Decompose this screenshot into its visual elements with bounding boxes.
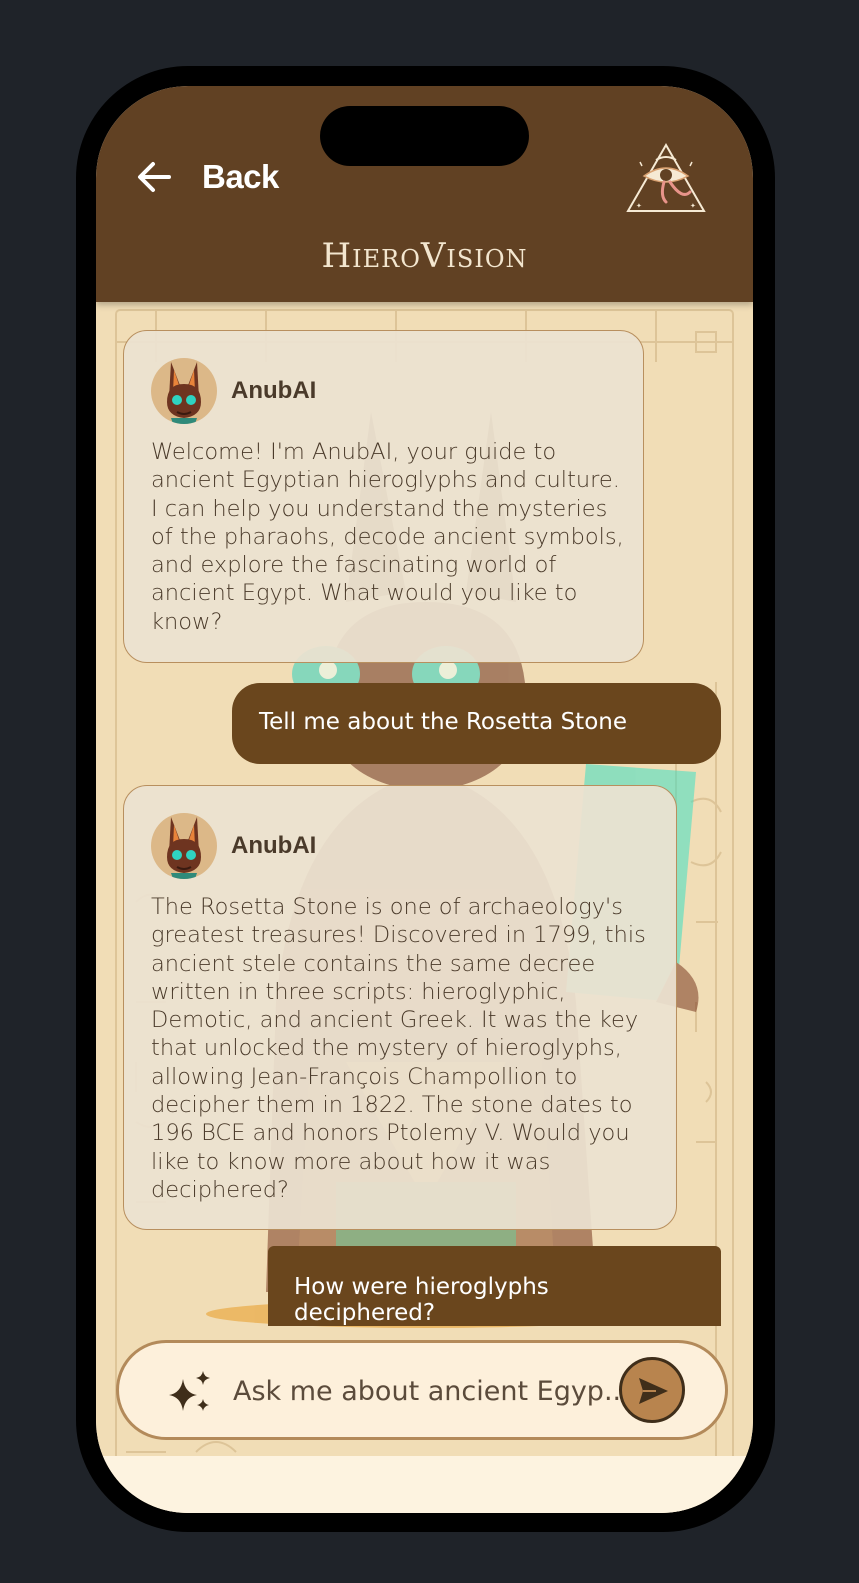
message-text: The Rosetta Stone is one of archaeology'… [151,894,646,1203]
message-text: How were hieroglyphs deciphered? [294,1274,549,1326]
author-name: AnubAI [231,377,317,404]
dynamic-island [320,106,529,166]
chat-input-bar: Ask me about ancient Egyp... [116,1340,728,1440]
send-button[interactable] [619,1357,685,1423]
assistant-message: AnubAI The Rosetta Stone is one of archa… [123,785,677,1230]
message-input[interactable]: Ask me about ancient Egyp... [233,1376,630,1407]
message-text: Welcome! I'm AnubAI, your guide to ancie… [151,439,624,635]
svg-text:✦: ✦ [690,202,696,210]
message-text: Tell me about the Rosetta Stone [259,709,627,735]
user-message: How were hieroglyphs deciphered? [268,1246,721,1326]
anubai-avatar [151,813,217,879]
back-button[interactable]: Back [136,156,279,198]
app-header: Back ✦ ✦ HieroVision [96,86,753,302]
arrow-left-icon [138,162,171,192]
author-name: AnubAI [231,832,317,859]
message-header: AnubAI [151,358,316,424]
send-icon [639,1378,668,1404]
bottom-safe-area [96,1456,753,1513]
app-screen: Back ✦ ✦ HieroVision AnubAI Welcome! I'm… [96,86,753,1513]
user-message: Tell me about the Rosetta Stone [232,683,721,764]
back-label: Back [202,158,279,195]
chat-area[interactable]: AnubAI Welcome! I'm AnubAI, your guide t… [96,302,753,1513]
eye-of-ra-logo: ✦ ✦ [626,142,706,212]
app-title: HieroVision [321,236,528,276]
anubai-avatar [151,358,217,424]
sparkle-icon [169,1371,210,1411]
message-header: AnubAI [151,813,316,879]
assistant-message: AnubAI Welcome! I'm AnubAI, your guide t… [123,330,644,663]
svg-text:✦: ✦ [636,202,642,210]
